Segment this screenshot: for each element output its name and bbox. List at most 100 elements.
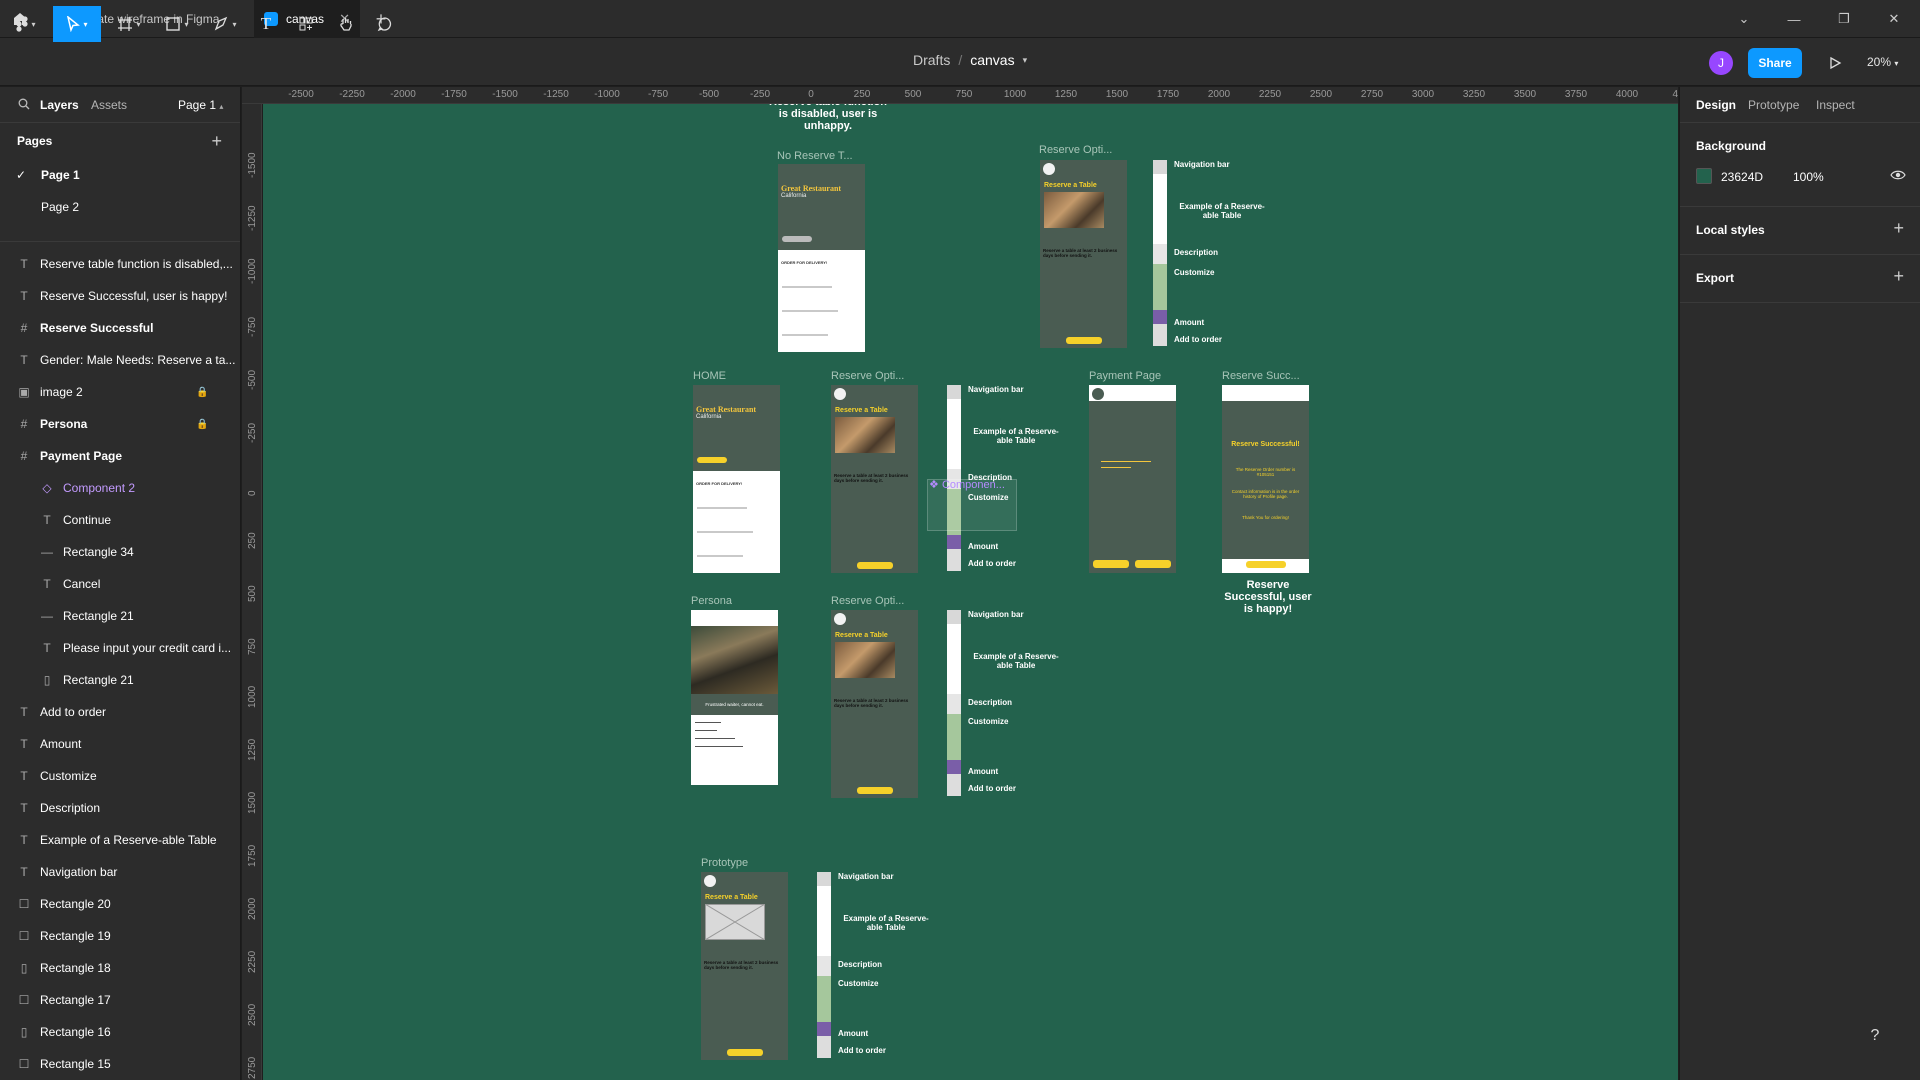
help-button[interactable]: ? xyxy=(1858,1019,1892,1053)
tab-list-chevron-icon[interactable]: ⌄ xyxy=(1721,0,1767,38)
avatar[interactable]: J xyxy=(1709,51,1733,75)
frame-tool[interactable]: ▾ xyxy=(110,6,148,42)
layer-item[interactable]: ▯ Rectangle 16 xyxy=(0,1016,240,1048)
layer-item[interactable]: T Reserve table function is disabled,... xyxy=(0,248,240,280)
zoom-dropdown[interactable]: 20% ▾ xyxy=(1867,55,1898,69)
frame-label-payment[interactable]: Payment Page xyxy=(1089,370,1161,382)
annotation-amount[interactable]: Amount xyxy=(1174,318,1204,327)
add-style-icon[interactable]: + xyxy=(1893,218,1904,239)
annotation-add-to-order[interactable]: Add to order xyxy=(968,784,1016,793)
annotation-example-table[interactable]: Example of a Reserve-able Table xyxy=(968,652,1064,670)
resources-tool[interactable] xyxy=(293,6,319,42)
annotation-customize[interactable]: Customize xyxy=(968,717,1008,726)
tab-design[interactable]: Design xyxy=(1696,98,1736,112)
layer-item[interactable]: ☐ Rectangle 20 xyxy=(0,888,240,920)
annotation-nav-bar[interactable]: Navigation bar xyxy=(838,872,894,881)
layer-item[interactable]: ☐ Rectangle 19 xyxy=(0,920,240,952)
tab-assets[interactable]: Assets xyxy=(91,98,127,112)
file-name[interactable]: canvas xyxy=(970,52,1014,68)
layer-item[interactable]: ☐ Rectangle 15 xyxy=(0,1048,240,1080)
annotation-description[interactable]: Description xyxy=(968,698,1012,707)
background-color-swatch[interactable] xyxy=(1696,168,1712,184)
close-window-button[interactable]: ✕ xyxy=(1871,0,1917,38)
breadcrumb-drafts[interactable]: Drafts xyxy=(913,52,950,68)
add-export-icon[interactable]: + xyxy=(1893,266,1904,287)
annotation-example-table[interactable]: Example of a Reserve-able Table xyxy=(1174,202,1270,220)
annotation-add-to-order[interactable]: Add to order xyxy=(968,559,1016,568)
frame-label-home[interactable]: HOME xyxy=(693,370,726,382)
layer-item[interactable]: T Description xyxy=(0,792,240,824)
background-hex-input[interactable]: 23624D xyxy=(1721,170,1763,184)
minimize-button[interactable]: — xyxy=(1771,0,1817,38)
layer-item[interactable]: # Persona 🔒 xyxy=(0,408,240,440)
layer-item[interactable]: ☐ Rectangle 17 xyxy=(0,984,240,1016)
pen-tool[interactable]: ▾ xyxy=(206,6,244,42)
annotation-add-to-order[interactable]: Add to order xyxy=(1174,335,1222,344)
frame-label-no-reserve[interactable]: No Reserve T... xyxy=(777,150,853,162)
main-menu-button[interactable]: ▾ xyxy=(10,6,42,42)
layer-item[interactable]: ◇ Component 2 xyxy=(0,472,240,504)
frame-reserve-options-top[interactable]: Reserve a Table Reserve a table at least… xyxy=(1040,160,1127,348)
layer-item[interactable]: ▯ Rectangle 18 xyxy=(0,952,240,984)
frame-prototype[interactable]: Reserve a Table Reserve a table at least… xyxy=(701,872,788,1060)
annotation-example-table[interactable]: Example of a Reserve-able Table xyxy=(838,914,934,932)
annotation-description[interactable]: Description xyxy=(1174,248,1218,257)
restore-button[interactable]: ❐ xyxy=(1821,0,1867,38)
page-item-page-2[interactable]: Page 2 xyxy=(0,191,240,223)
layer-item[interactable]: T Gender: Male Needs: Reserve a ta... xyxy=(0,344,240,376)
layer-item[interactable]: — Rectangle 34 xyxy=(0,536,240,568)
layer-item[interactable]: # Reserve Successful xyxy=(0,312,240,344)
tab-inspect[interactable]: Inspect xyxy=(1816,98,1855,112)
frame-label-persona[interactable]: Persona xyxy=(691,595,732,607)
disabled-note[interactable]: Reserve table function is disabled, user… xyxy=(763,104,893,132)
success-note[interactable]: Reserve Successful, user is happy! xyxy=(1223,579,1313,615)
component-label[interactable]: ❖ Componen... xyxy=(929,478,1005,491)
present-button[interactable] xyxy=(1822,50,1848,76)
lock-icon[interactable]: 🔒 xyxy=(196,387,208,398)
frame-payment[interactable] xyxy=(1089,385,1176,573)
tab-layers[interactable]: Layers xyxy=(40,98,79,112)
layer-item[interactable]: T Customize xyxy=(0,760,240,792)
annotation-customize[interactable]: Customize xyxy=(838,979,878,988)
layer-item[interactable]: T Cancel xyxy=(0,568,240,600)
eye-icon[interactable] xyxy=(1890,168,1906,187)
annotation-description[interactable]: Description xyxy=(838,960,882,969)
page-selector[interactable]: Page 1 ▴ xyxy=(178,98,223,112)
comment-tool[interactable] xyxy=(372,6,398,42)
frame-label-prototype[interactable]: Prototype xyxy=(701,857,748,869)
annotation-add-to-order[interactable]: Add to order xyxy=(838,1046,886,1055)
background-opacity-input[interactable]: 100% xyxy=(1793,170,1824,184)
frame-home[interactable]: Great Restaurant California ORDER FOR DE… xyxy=(693,385,780,573)
add-page-icon[interactable]: + xyxy=(211,131,222,152)
annotation-nav-bar[interactable]: Navigation bar xyxy=(968,610,1024,619)
annotation-nav-bar[interactable]: Navigation bar xyxy=(1174,160,1230,169)
frame-reserve-options-mid[interactable]: Reserve a Table Reserve a table at least… xyxy=(831,385,918,573)
frame-label-reserve-options-low[interactable]: Reserve Opti... xyxy=(831,595,904,607)
layer-item[interactable]: T Continue xyxy=(0,504,240,536)
layer-item[interactable]: ▯ Rectangle 21 xyxy=(0,664,240,696)
frame-label-reserve-success[interactable]: Reserve Succ... xyxy=(1222,370,1300,382)
frame-label-reserve-options-top[interactable]: Reserve Opti... xyxy=(1039,144,1112,156)
share-button[interactable]: Share xyxy=(1748,48,1802,78)
layer-item[interactable]: ▣ image 2 🔒 xyxy=(0,376,240,408)
search-icon[interactable] xyxy=(18,98,30,113)
annotation-amount[interactable]: Amount xyxy=(838,1029,868,1038)
chevron-down-icon[interactable]: ▾ xyxy=(1023,55,1028,66)
annotation-amount[interactable]: Amount xyxy=(968,767,998,776)
annotation-customize[interactable]: Customize xyxy=(1174,268,1214,277)
text-tool[interactable]: T xyxy=(253,6,279,42)
frame-reserve-success[interactable]: Reserve Successful! The Reserve Order nu… xyxy=(1222,385,1309,573)
tab-prototype[interactable]: Prototype xyxy=(1748,98,1799,112)
annotation-nav-bar[interactable]: Navigation bar xyxy=(968,385,1024,394)
hand-tool[interactable] xyxy=(333,6,359,42)
move-tool[interactable]: ▾ xyxy=(53,6,101,42)
layer-item[interactable]: T Add to order xyxy=(0,696,240,728)
frame-label-reserve-options-mid[interactable]: Reserve Opti... xyxy=(831,370,904,382)
page-item-page-1[interactable]: ✓ Page 1 xyxy=(0,159,240,191)
canvas[interactable]: Reserve table function is disabled, user… xyxy=(263,104,1678,1080)
annotation-amount[interactable]: Amount xyxy=(968,542,998,551)
frame-no-reserve[interactable]: Great Restaurant California ORDER FOR DE… xyxy=(778,164,865,352)
layer-item[interactable]: T Example of a Reserve-able Table xyxy=(0,824,240,856)
layer-item[interactable]: — Rectangle 21 xyxy=(0,600,240,632)
layer-item[interactable]: T Please input your credit card i... xyxy=(0,632,240,664)
